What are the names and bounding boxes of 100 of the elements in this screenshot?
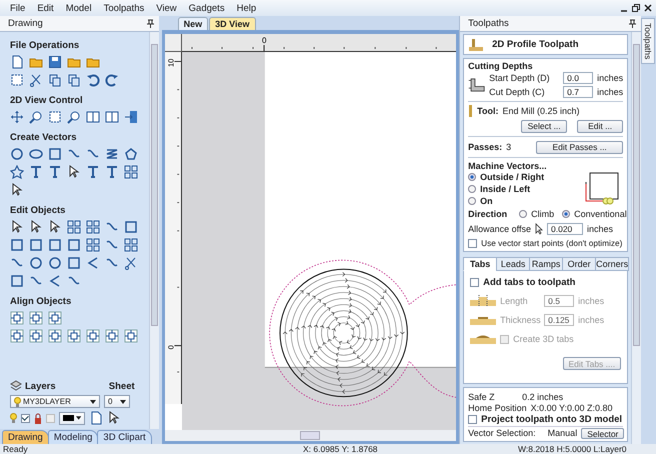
align-icon[interactable] bbox=[124, 329, 138, 343]
document-icon[interactable] bbox=[89, 411, 103, 425]
panel-icon[interactable] bbox=[86, 110, 100, 124]
panel-tab[interactable]: Drawing bbox=[2, 430, 49, 444]
angle-icon[interactable] bbox=[86, 256, 100, 270]
circle-icon[interactable] bbox=[48, 256, 62, 270]
radio-button[interactable] bbox=[468, 185, 476, 193]
document-icon[interactable] bbox=[10, 55, 24, 69]
close-icon[interactable] bbox=[644, 4, 652, 12]
square-icon[interactable] bbox=[10, 274, 24, 288]
align-icon[interactable] bbox=[48, 311, 62, 325]
align-icon[interactable] bbox=[10, 329, 24, 343]
square-icon[interactable] bbox=[10, 238, 24, 252]
pointer-icon[interactable] bbox=[10, 183, 24, 197]
checkbox[interactable] bbox=[468, 238, 478, 248]
edit-passes-button[interactable]: Edit Passes ... bbox=[536, 140, 624, 154]
align-icon[interactable] bbox=[105, 329, 119, 343]
grid-icon[interactable] bbox=[124, 238, 138, 252]
caret-icon[interactable] bbox=[76, 416, 81, 420]
document-tab[interactable]: 3D View bbox=[209, 17, 256, 30]
pentagon-icon[interactable] bbox=[124, 147, 138, 161]
pointer-icon[interactable] bbox=[29, 220, 43, 234]
square-icon[interactable] bbox=[67, 238, 81, 252]
restore-icon[interactable] bbox=[632, 4, 640, 12]
radio-option[interactable]: Outside / Right bbox=[468, 171, 584, 183]
grid-icon[interactable] bbox=[86, 220, 100, 234]
sheet-dropdown[interactable]: 0 bbox=[104, 395, 130, 408]
color-dropdown[interactable] bbox=[59, 412, 85, 424]
checkbox[interactable] bbox=[470, 278, 480, 286]
radio-option[interactable]: Inside / Left bbox=[468, 183, 584, 195]
pointer-icon[interactable] bbox=[10, 220, 24, 234]
option-tab[interactable]: Tabs bbox=[463, 257, 498, 271]
circle-icon[interactable] bbox=[29, 256, 43, 270]
layer-dropdown[interactable]: MY3DLAYER bbox=[10, 395, 100, 408]
radio-button[interactable] bbox=[468, 197, 476, 205]
radio-option[interactable]: Conventional bbox=[562, 208, 627, 220]
horizontal-scrollbar[interactable] bbox=[164, 430, 456, 441]
menu-item[interactable]: Toolpaths bbox=[98, 2, 150, 14]
depth-input[interactable]: 0.0 bbox=[563, 72, 594, 84]
scissors-icon[interactable] bbox=[29, 73, 43, 87]
allowance-input[interactable]: 0.020 bbox=[547, 223, 583, 235]
tool-button[interactable]: Edit ... bbox=[577, 120, 624, 132]
scissors-icon[interactable] bbox=[124, 256, 138, 270]
letter-icon[interactable] bbox=[105, 165, 119, 179]
letter-icon[interactable] bbox=[48, 165, 62, 179]
angle-icon[interactable] bbox=[48, 274, 62, 288]
align-icon[interactable] bbox=[86, 329, 100, 343]
lock-checkbox[interactable] bbox=[46, 414, 55, 422]
checkbox[interactable] bbox=[468, 415, 478, 424]
frame-icon[interactable] bbox=[10, 73, 24, 87]
visibility-checkbox[interactable] bbox=[21, 414, 30, 422]
panel-tab[interactable]: 3D Clipart bbox=[97, 430, 152, 444]
radio-button[interactable] bbox=[562, 210, 570, 218]
arrows-cross-icon[interactable] bbox=[10, 110, 24, 124]
frame-icon[interactable] bbox=[48, 110, 62, 124]
depth-input[interactable]: 0.7 bbox=[563, 86, 594, 98]
undo-icon[interactable] bbox=[86, 73, 100, 87]
radio-option[interactable]: Climb bbox=[519, 208, 554, 220]
magnifier-icon[interactable] bbox=[67, 110, 81, 124]
square-icon[interactable] bbox=[48, 238, 62, 252]
pointer-icon[interactable] bbox=[48, 220, 62, 234]
radio-option[interactable]: On bbox=[468, 195, 584, 207]
scrollbar[interactable] bbox=[631, 32, 642, 444]
lock-icon[interactable] bbox=[34, 412, 42, 424]
light-bulb-icon[interactable] bbox=[14, 396, 21, 406]
magnifier-icon[interactable] bbox=[29, 110, 43, 124]
menu-item[interactable]: Model bbox=[60, 2, 98, 14]
menu-item[interactable]: View bbox=[150, 2, 183, 14]
align-icon[interactable] bbox=[29, 311, 43, 325]
pointer-icon[interactable] bbox=[67, 165, 81, 179]
grid-icon[interactable] bbox=[124, 165, 138, 179]
document-tab[interactable]: New bbox=[178, 17, 208, 30]
panel-icon[interactable] bbox=[105, 110, 119, 124]
square-icon[interactable] bbox=[48, 147, 62, 161]
pointer-icon[interactable] bbox=[107, 411, 121, 425]
pin-icon[interactable] bbox=[146, 19, 154, 28]
arrow-in-icon[interactable] bbox=[124, 110, 138, 124]
grid-icon[interactable] bbox=[86, 238, 100, 252]
menu-item[interactable]: File bbox=[4, 2, 32, 14]
option-tab[interactable]: Leads bbox=[496, 257, 530, 271]
caret-icon[interactable] bbox=[90, 400, 96, 404]
radio-button[interactable] bbox=[519, 210, 528, 218]
square-icon[interactable] bbox=[29, 238, 43, 252]
toolpath-canvas-drawing[interactable] bbox=[182, 52, 456, 430]
option-tab[interactable]: Corners bbox=[595, 257, 630, 271]
redo-icon[interactable] bbox=[105, 73, 119, 87]
tool-button[interactable]: Select ... bbox=[521, 120, 568, 132]
menu-item[interactable]: Edit bbox=[31, 2, 60, 14]
pin-icon[interactable] bbox=[629, 19, 636, 28]
align-icon[interactable] bbox=[10, 311, 24, 325]
menu-item[interactable]: Gadgets bbox=[182, 2, 231, 14]
square-icon[interactable] bbox=[67, 256, 81, 270]
caret-icon[interactable] bbox=[120, 400, 126, 404]
align-icon[interactable] bbox=[48, 329, 62, 343]
grid-icon[interactable] bbox=[67, 220, 81, 234]
paste-icon[interactable] bbox=[67, 73, 81, 87]
copy-icon[interactable] bbox=[48, 73, 62, 87]
zigzag-icon[interactable] bbox=[105, 147, 119, 161]
menu-item[interactable]: Help bbox=[230, 2, 262, 14]
letter-icon[interactable] bbox=[86, 165, 100, 179]
